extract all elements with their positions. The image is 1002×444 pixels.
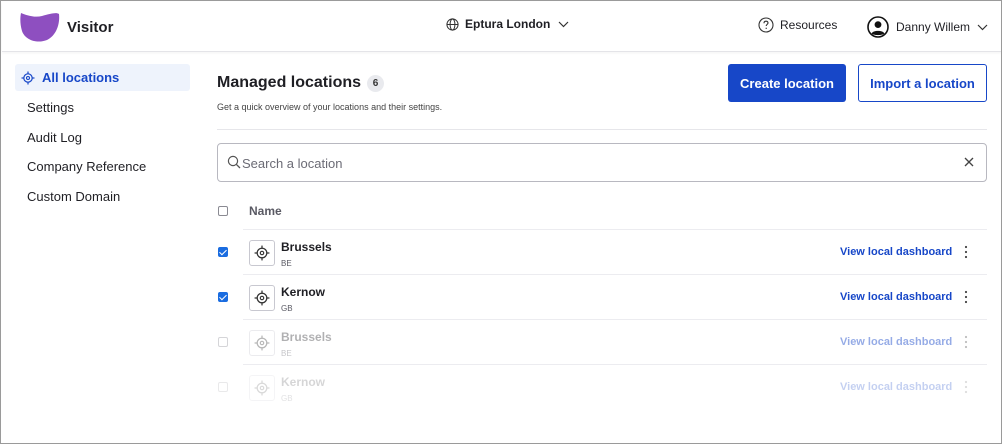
top-bar: Visitor Eptura London Resources Danny Wi… xyxy=(2,2,1001,52)
location-target-icon xyxy=(249,375,275,401)
location-target-icon xyxy=(249,330,275,356)
column-header-name: Name xyxy=(249,204,282,218)
select-all-checkbox[interactable] xyxy=(218,206,228,216)
table-row: Kernow GB View local dashboard xyxy=(217,365,987,410)
search-box xyxy=(217,143,987,182)
sidebar-item-company-reference[interactable]: Company Reference xyxy=(15,153,190,180)
location-target-icon xyxy=(21,71,35,85)
location-country-code: BE xyxy=(281,259,292,268)
app-name: Visitor xyxy=(67,19,114,36)
view-local-dashboard-link[interactable]: View local dashboard xyxy=(840,291,952,303)
user-avatar-icon xyxy=(867,16,889,38)
row-checkbox[interactable] xyxy=(218,337,228,347)
location-target-icon xyxy=(249,240,275,266)
table-row: Brussels BE View local dashboard xyxy=(217,230,987,275)
location-country-code: GB xyxy=(281,304,293,313)
sidebar-item-custom-domain[interactable]: Custom Domain xyxy=(15,183,190,210)
table-row: Kernow GB View local dashboard xyxy=(217,275,987,320)
view-local-dashboard-link[interactable]: View local dashboard xyxy=(840,246,952,258)
create-location-button[interactable]: Create location xyxy=(728,64,846,102)
sidebar: All locations Settings Audit Log Company… xyxy=(2,53,197,443)
more-options-icon[interactable] xyxy=(963,290,969,304)
visitor-logo-icon[interactable] xyxy=(20,11,60,43)
main-content: Managed locations 6 Get a quick overview… xyxy=(217,53,987,443)
location-name: Kernow xyxy=(281,285,326,299)
resources-label: Resources xyxy=(780,18,838,32)
user-name: Danny Willem xyxy=(896,20,971,34)
divider xyxy=(217,129,987,130)
chevron-down-icon xyxy=(558,21,569,27)
page-title-text: Managed locations xyxy=(217,74,362,91)
chevron-down-icon xyxy=(977,24,988,30)
location-country-code: BE xyxy=(281,349,292,358)
view-local-dashboard-link[interactable]: View local dashboard xyxy=(840,336,952,348)
location-target-icon xyxy=(249,285,275,311)
sidebar-item-label: Audit Log xyxy=(27,130,82,145)
help-circle-icon xyxy=(758,17,774,33)
sidebar-item-all-locations[interactable]: All locations xyxy=(15,64,190,91)
sidebar-item-label: Company Reference xyxy=(27,159,147,174)
view-local-dashboard-link[interactable]: View local dashboard xyxy=(840,381,952,393)
more-options-icon[interactable] xyxy=(963,335,969,349)
app-window: Visitor Eptura London Resources Danny Wi… xyxy=(0,0,1002,444)
location-country-code: GB xyxy=(281,394,293,403)
page-subtitle: Get a quick overview of your locations a… xyxy=(217,102,443,112)
table-row: Brussels BE View local dashboard xyxy=(217,320,987,365)
location-name: Kernow xyxy=(281,375,326,389)
sidebar-item-label: Settings xyxy=(27,100,74,115)
close-icon[interactable] xyxy=(961,154,977,170)
globe-icon xyxy=(446,17,459,31)
more-options-icon[interactable] xyxy=(963,380,969,394)
count-badge: 6 xyxy=(367,74,385,92)
search-icon xyxy=(227,155,241,169)
row-checkbox[interactable] xyxy=(218,382,228,392)
sidebar-item-label: All locations xyxy=(42,70,120,85)
user-menu[interactable]: Danny Willem xyxy=(867,16,988,38)
more-options-icon[interactable] xyxy=(963,245,969,259)
sidebar-item-settings[interactable]: Settings xyxy=(15,94,190,121)
resources-link[interactable]: Resources xyxy=(758,17,837,33)
search-input[interactable] xyxy=(242,152,952,174)
import-location-button[interactable]: Import a location xyxy=(858,64,987,102)
site-picker[interactable]: Eptura London xyxy=(446,17,569,31)
row-checkbox[interactable] xyxy=(218,247,228,257)
sidebar-item-label: Custom Domain xyxy=(27,189,121,204)
page-title: Managed locations 6 xyxy=(217,74,385,92)
row-checkbox[interactable] xyxy=(218,292,228,302)
site-name: Eptura London xyxy=(465,17,551,31)
sidebar-item-audit-log[interactable]: Audit Log xyxy=(15,124,190,151)
location-name: Brussels xyxy=(281,330,332,344)
location-name: Brussels xyxy=(281,240,332,254)
